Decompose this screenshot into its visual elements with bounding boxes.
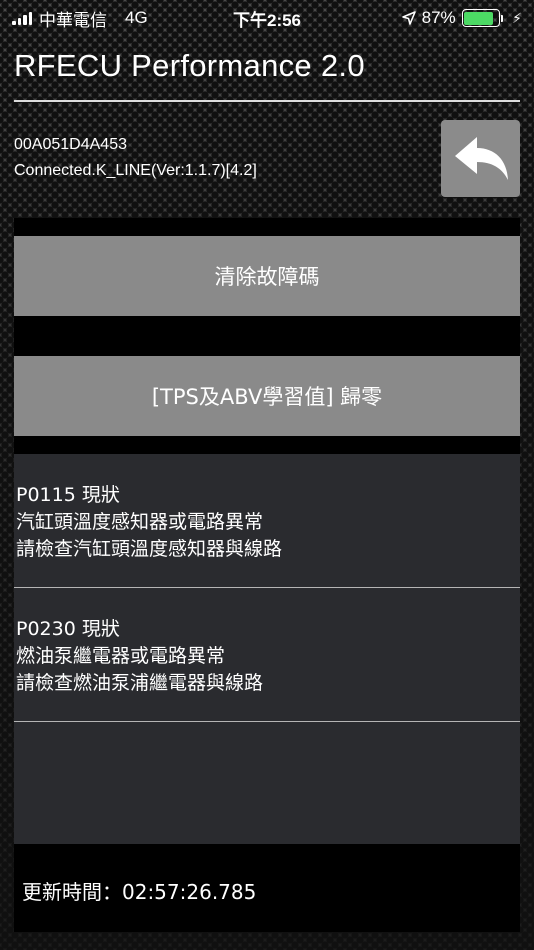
main-panel: 清除故障碼 [TPS及ABV學習值] 歸零 P0115 現狀 汽缸頭溫度感知器或…	[14, 218, 520, 932]
battery-icon	[461, 9, 504, 27]
device-id: 00A051D4A453	[14, 136, 127, 153]
network-type: 4G	[125, 8, 148, 27]
carrier-name: 中華電信	[39, 10, 107, 30]
fault-code-advice: 請檢查汽缸頭溫度感知器與線路	[16, 538, 283, 560]
fault-code-status: P0115 現狀	[16, 484, 120, 506]
fault-code-item[interactable]: P0230 現狀 燃油泵繼電器或電路異常 請檢查燃油泵浦繼電器與線路	[14, 588, 520, 722]
signal-strength-icon	[12, 11, 32, 25]
title-divider	[14, 100, 520, 102]
fault-code-description: 燃油泵繼電器或電路異常	[16, 645, 226, 667]
reset-learning-values-button[interactable]: [TPS及ABV學習值] 歸零	[14, 356, 520, 436]
fault-code-advice: 請檢查燃油泵浦繼電器與線路	[16, 672, 264, 694]
update-time: 更新時間：02:57:26.785	[22, 880, 257, 904]
status-right: 87% ⚡︎	[401, 8, 522, 28]
fault-code-list: P0115 現狀 汽缸頭溫度感知器或電路異常 請檢查汽缸頭溫度感知器與線路 P0…	[14, 454, 520, 844]
fault-code-description: 汽缸頭溫度感知器或電路異常	[16, 511, 264, 533]
fault-code-item[interactable]: P0115 現狀 汽缸頭溫度感知器或電路異常 請檢查汽缸頭溫度感知器與線路	[14, 454, 520, 588]
fault-code-status: P0230 現狀	[16, 618, 120, 640]
connection-status: Connected.K_LINE(Ver:1.1.7)[4.2]	[14, 162, 257, 179]
status-bar: 中華電信 4G 下午2:56 87% ⚡︎	[0, 0, 534, 36]
location-arrow-icon	[401, 11, 416, 25]
battery-percent: 87%	[421, 8, 456, 27]
back-button[interactable]	[441, 120, 520, 197]
app-title: RFECU Performance 2.0	[14, 48, 365, 83]
back-arrow-icon	[454, 136, 508, 180]
clear-fault-codes-button[interactable]: 清除故障碼	[14, 236, 520, 316]
bolt-icon: ⚡︎	[512, 9, 522, 26]
